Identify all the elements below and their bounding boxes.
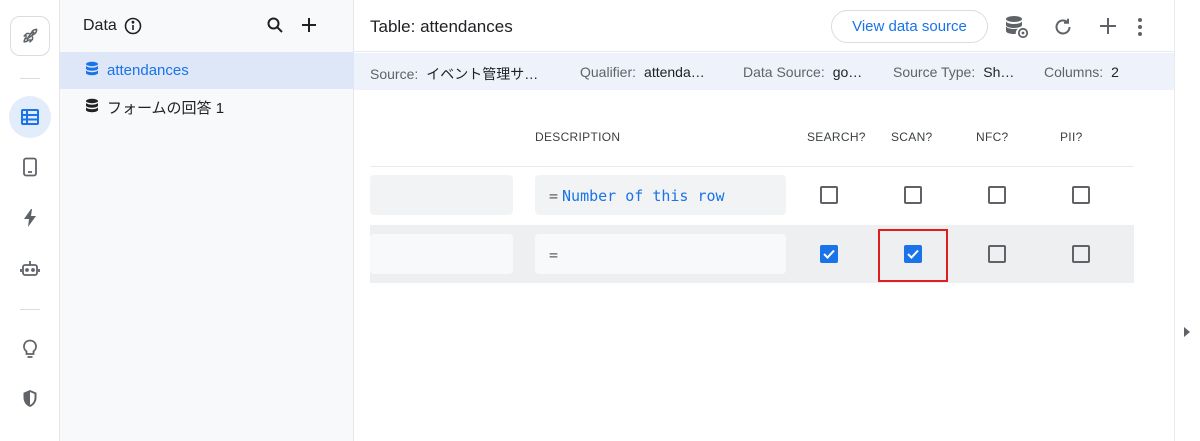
shield-icon: [22, 389, 38, 409]
info-source-type: Source Type: Sh…: [893, 64, 1015, 80]
search-checkbox[interactable]: [820, 245, 838, 263]
main-topbar: Table: attendances View data source: [354, 0, 1174, 52]
database-icon: [84, 98, 100, 118]
nfc-checkbox[interactable]: [988, 186, 1006, 204]
refresh-icon[interactable]: [1053, 17, 1073, 42]
database-icon: [84, 61, 100, 81]
search-icon[interactable]: [266, 16, 284, 39]
highlight-box: [878, 229, 948, 282]
info-icon[interactable]: [124, 17, 142, 40]
table-row: =: [370, 225, 1134, 283]
table-item-label: attendances: [107, 62, 189, 79]
info-data-source: Data Source: go…: [743, 64, 863, 80]
rail-item-data[interactable]: [9, 96, 51, 138]
nfc-checkbox[interactable]: [988, 245, 1006, 263]
rail-item-actions[interactable]: [9, 197, 51, 239]
scan-checkbox[interactable]: [904, 186, 922, 204]
column-header-scan: SCAN?: [891, 130, 933, 144]
description-field[interactable]: = Number of this row: [535, 175, 786, 215]
left-rail: [0, 0, 60, 441]
info-qualifier: Qualifier: attenda…: [580, 64, 705, 80]
column-name-field[interactable]: [370, 175, 513, 215]
main-content: Table: attendances View data source Sour…: [354, 0, 1174, 441]
database-settings-icon[interactable]: [1004, 15, 1030, 44]
pii-checkbox[interactable]: [1072, 186, 1090, 204]
description-field[interactable]: =: [535, 234, 786, 274]
column-header-description: DESCRIPTION: [535, 130, 621, 144]
add-icon[interactable]: [1099, 17, 1117, 40]
info-columns: Columns: 2: [1044, 64, 1119, 80]
panel-title: Data: [83, 17, 117, 34]
table-icon: [20, 107, 40, 127]
rail-divider: [20, 309, 40, 310]
table-row: = Number of this row: [370, 167, 1134, 225]
chevron-right-icon: [1184, 327, 1190, 337]
page-title: Table: attendances: [370, 17, 513, 36]
view-data-source-button[interactable]: View data source: [831, 10, 988, 43]
data-panel: Data attendances フォームの回答 1: [60, 0, 354, 441]
table-item-attendances[interactable]: attendances: [60, 52, 354, 89]
rocket-icon[interactable]: [10, 16, 50, 56]
table-info-bar: Source: イベント管理サ… Qualifier: attenda… Data …: [354, 53, 1174, 90]
column-header-search: SEARCH?: [807, 130, 866, 144]
rail-item-automation[interactable]: [9, 248, 51, 290]
column-header-nfc: NFC?: [976, 130, 1009, 144]
add-icon[interactable]: [300, 16, 318, 39]
rail-divider: [20, 78, 40, 79]
pii-checkbox[interactable]: [1072, 245, 1090, 263]
more-vert-icon[interactable]: [1137, 17, 1143, 42]
rail-item-intelligence[interactable]: [9, 328, 51, 370]
lightbulb-icon: [22, 339, 38, 359]
column-name-field[interactable]: [370, 234, 513, 274]
side-panel-toggle[interactable]: [1174, 0, 1200, 441]
rail-item-views[interactable]: [9, 146, 51, 188]
robot-icon: [20, 259, 40, 279]
search-checkbox[interactable]: [820, 186, 838, 204]
bolt-icon: [23, 209, 37, 227]
column-header-pii: PII?: [1060, 130, 1083, 144]
info-source: Source: イベント管理サ…: [370, 66, 539, 82]
rail-item-security[interactable]: [9, 378, 51, 420]
app-window: Data attendances フォームの回答 1 Table: attend…: [0, 0, 1200, 441]
table-item-label: フォームの回答 1: [107, 100, 225, 117]
phone-icon: [22, 157, 38, 177]
table-item-form-responses[interactable]: フォームの回答 1: [60, 89, 354, 126]
